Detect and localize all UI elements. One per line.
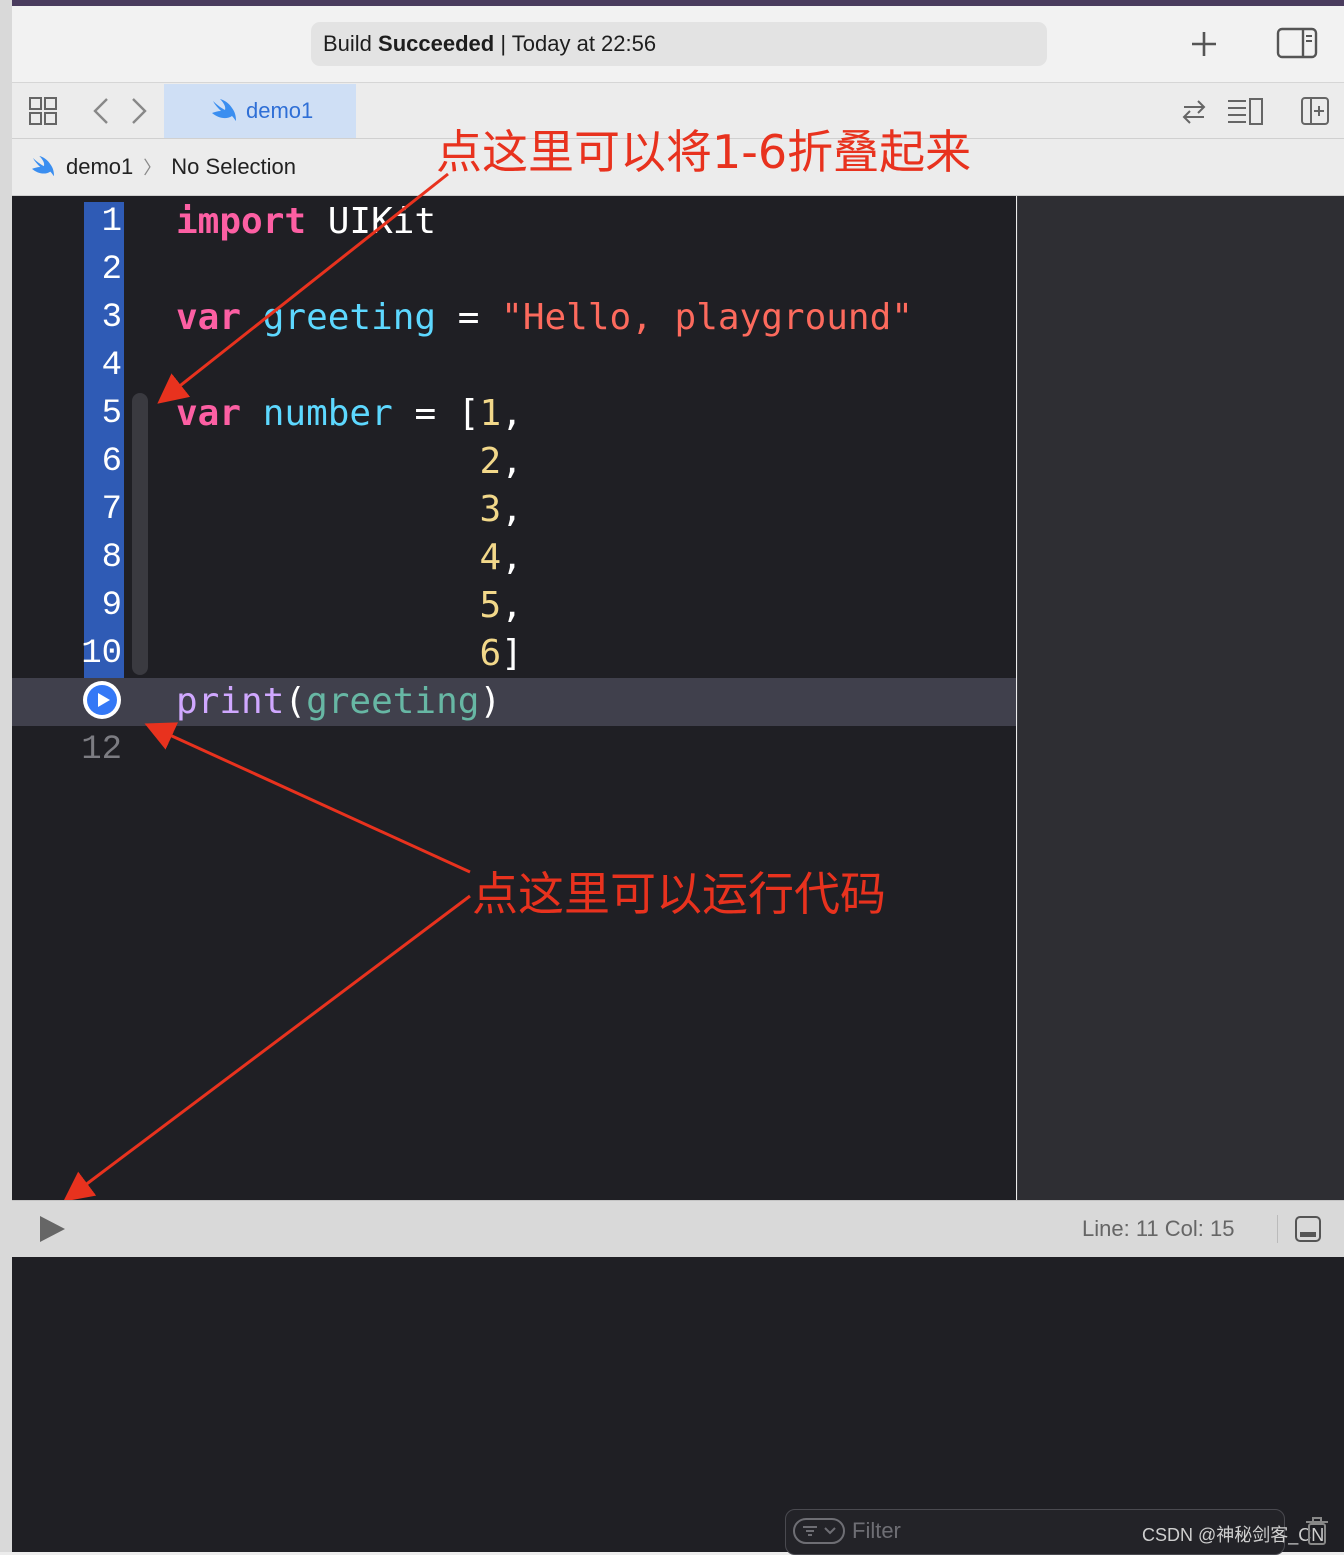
divider (1277, 1215, 1278, 1243)
filter-placeholder: Filter (852, 1518, 901, 1543)
run-playground-button[interactable] (36, 1213, 68, 1245)
filter-menu-icon[interactable] (793, 1517, 845, 1545)
watermark: CSDN @神秘剑客_CN (1142, 1525, 1325, 1545)
trash-icon[interactable] (1304, 1516, 1330, 1546)
console-area[interactable] (12, 1257, 1344, 1552)
cursor-position: Line: 11 Col: 15 (1082, 1216, 1235, 1241)
toggle-console-icon[interactable] (1294, 1215, 1322, 1243)
